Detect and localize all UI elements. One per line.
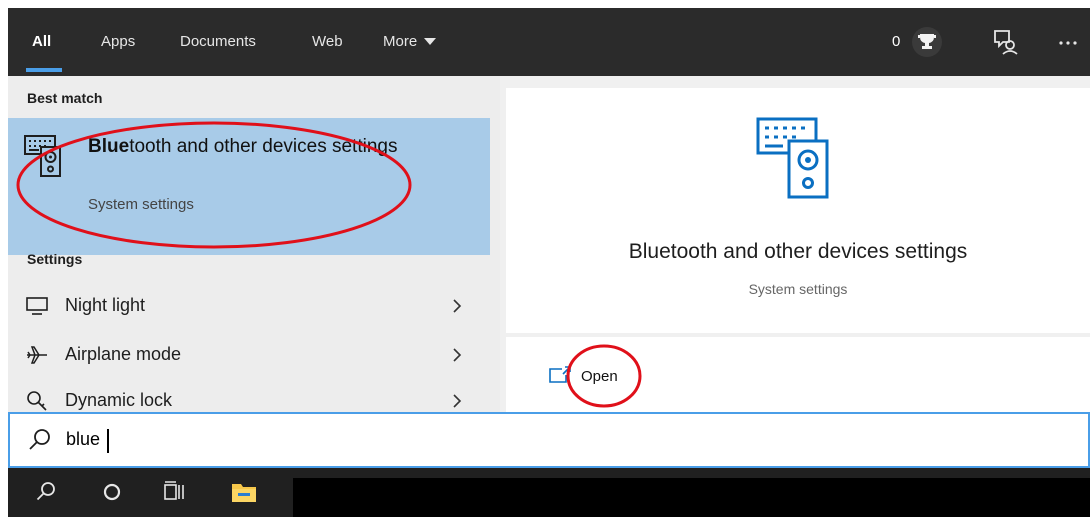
preview-subtitle: System settings: [748, 281, 848, 297]
settings-header: Settings: [27, 251, 83, 267]
search-window: All Apps Documents Web More 0 Best match: [8, 8, 1090, 517]
text-cursor: [107, 429, 109, 453]
best-match-result[interactable]: Bluetooth and other devices settings Sys…: [8, 118, 490, 255]
settings-item-label: Airplane mode: [65, 344, 182, 364]
rewards-points: 0: [892, 33, 901, 50]
settings-item-label: Dynamic lock: [65, 390, 173, 410]
best-match-subtitle: System settings: [88, 196, 194, 213]
tab-more[interactable]: More: [383, 31, 437, 53]
tab-more-label: More: [383, 33, 418, 50]
file-explorer-icon[interactable]: [230, 478, 258, 506]
chevron-right-icon: [453, 394, 462, 408]
open-button[interactable]: Open: [581, 368, 618, 385]
airplane-icon: [27, 346, 47, 364]
search-icon: [29, 429, 50, 450]
search-input[interactable]: [66, 426, 566, 452]
trophy-icon[interactable]: [911, 26, 943, 58]
cortana-icon[interactable]: [98, 478, 126, 506]
tab-apps[interactable]: Apps: [101, 31, 135, 53]
feedback-icon[interactable]: [989, 26, 1021, 58]
settings-item-label: Night light: [65, 295, 146, 315]
devices-settings-icon: [756, 117, 829, 199]
search-icon[interactable]: [32, 478, 60, 506]
preview-title: Bluetooth and other devices settings: [628, 240, 968, 263]
key-icon: [27, 391, 47, 411]
open-action-area: Open: [506, 337, 1090, 417]
caret-down-icon: [424, 37, 437, 45]
best-match-title-highlight: Blue: [88, 136, 130, 157]
tab-documents[interactable]: Documents: [180, 31, 256, 53]
best-match-title-rest: tooth and other devices settings: [129, 136, 398, 157]
tab-web[interactable]: Web: [312, 31, 343, 53]
preview-panel: Bluetooth and other devices settings Sys…: [506, 88, 1090, 333]
more-options-icon[interactable]: [1052, 26, 1084, 58]
chevron-right-icon: [453, 348, 462, 362]
best-match-header: Best match: [27, 90, 103, 106]
best-match-title: Bluetooth and other devices settings: [88, 134, 408, 160]
results-panel: Best match Bluetooth and other devices s…: [8, 76, 500, 419]
settings-item-airplane-mode[interactable]: Airplane mode: [8, 332, 490, 378]
search-box: [8, 412, 1090, 468]
settings-item-night-light[interactable]: Night light: [8, 283, 490, 329]
tab-bar: All Apps Documents Web More 0: [8, 8, 1090, 76]
open-icon[interactable]: [548, 365, 572, 385]
active-tab-indicator: [26, 68, 62, 72]
chevron-right-icon: [453, 299, 462, 313]
taskbar-empty-area: [293, 478, 1090, 517]
tab-all[interactable]: All: [32, 31, 51, 53]
monitor-icon: [26, 297, 48, 315]
devices-settings-icon: [24, 135, 61, 177]
task-view-icon[interactable]: [160, 478, 188, 506]
